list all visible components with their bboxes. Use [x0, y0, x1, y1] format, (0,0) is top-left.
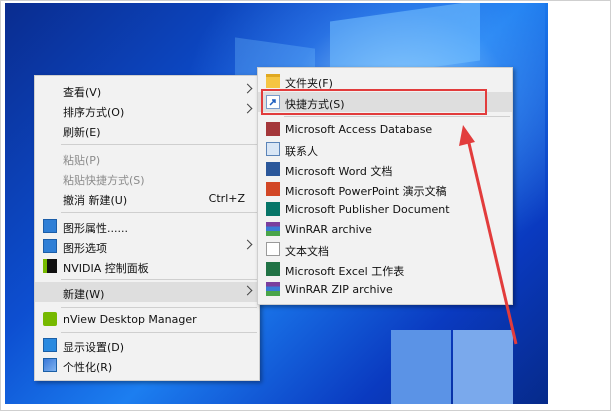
- annotation-arrow: [459, 125, 518, 345]
- screenshot-frame: 查看(V) 排序方式(O) 刷新(E) 粘贴(P) 粘贴快捷方式(S) 撤消 新…: [0, 0, 611, 411]
